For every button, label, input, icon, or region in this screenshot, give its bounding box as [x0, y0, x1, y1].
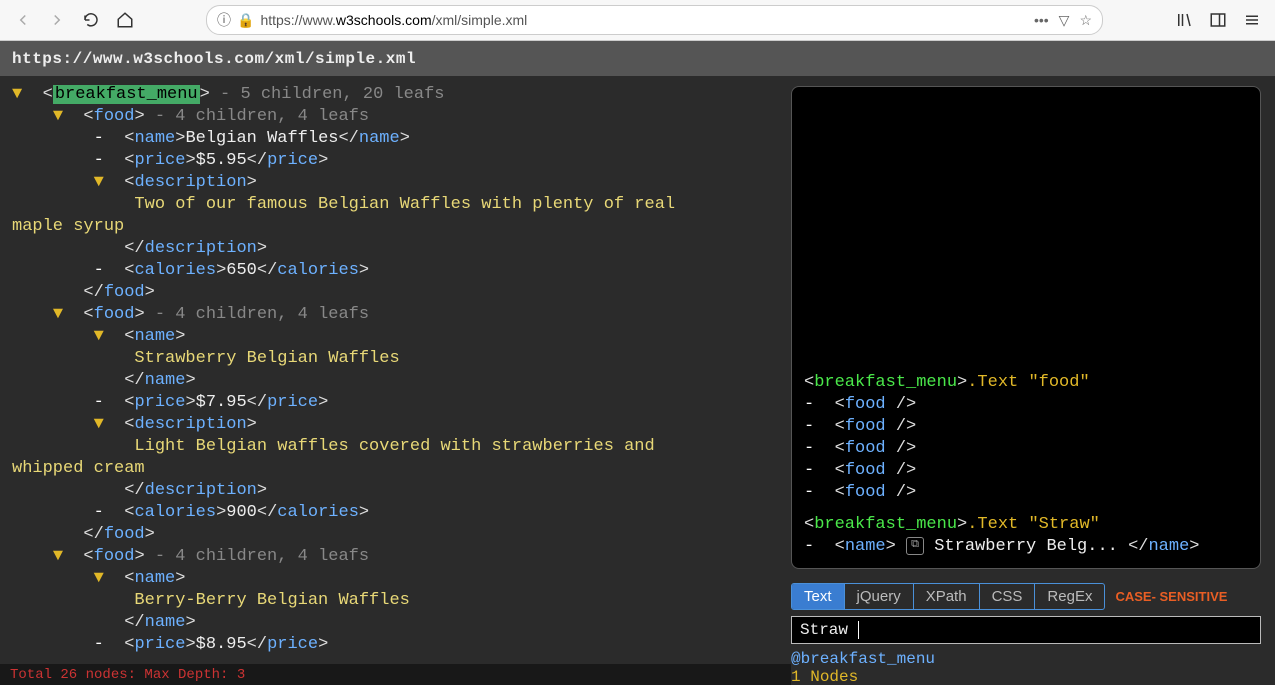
toggle-icon[interactable]: ▼ [53, 305, 63, 324]
info-icon: ⓘ [217, 10, 231, 30]
pocket-icon[interactable]: ▽ [1059, 12, 1070, 29]
toggle-icon[interactable]: ▼ [53, 107, 63, 126]
query-input[interactable]: Straw [791, 616, 1261, 644]
library-icon[interactable] [1171, 7, 1197, 33]
url-domain: w3schools.com [336, 12, 432, 28]
toggle-icon[interactable]: ▼ [94, 569, 104, 588]
sidebar-icon[interactable] [1205, 7, 1231, 33]
toggle-icon[interactable]: ▼ [94, 173, 104, 192]
tab-jquery[interactable]: jQuery [845, 584, 914, 609]
xml-tree: ▼ <breakfast_menu> - 5 children, 20 leaf… [0, 76, 791, 685]
home-icon[interactable] [112, 7, 138, 33]
node-icon: ⧉ [906, 537, 924, 555]
menu-icon[interactable] [1239, 7, 1265, 33]
url-prefix: https://www. [260, 12, 335, 28]
url-path: /xml/simple.xml [432, 12, 528, 28]
toggle-icon[interactable]: ▼ [53, 547, 63, 566]
inspector-pane: <breakfast_menu>.Text "food" - <food /> … [791, 76, 1275, 685]
status-bar: Total 26 nodes: Max Depth: 3 [0, 664, 791, 685]
tab-css[interactable]: CSS [980, 584, 1036, 609]
browser-toolbar: ⓘ 🔒 https://www.w3schools.com/xml/simple… [0, 0, 1275, 41]
toggle-icon[interactable]: ▼ [94, 415, 104, 434]
toggle-icon[interactable]: ▼ [94, 327, 104, 346]
result-summary: @breakfast_menu 1 Nodes [791, 650, 1261, 685]
more-icon[interactable]: ••• [1034, 12, 1049, 29]
case-sensitive-toggle[interactable]: CASE- SENSITIVE [1115, 590, 1227, 603]
tab-text[interactable]: Text [792, 584, 845, 609]
star-icon[interactable]: ☆ [1079, 12, 1092, 29]
forward-icon[interactable] [44, 7, 70, 33]
url-bar[interactable]: ⓘ 🔒 https://www.w3schools.com/xml/simple… [206, 5, 1103, 35]
back-icon[interactable] [10, 7, 36, 33]
query-type-tabs: Text jQuery XPath CSS RegEx [791, 583, 1105, 610]
page-title: https://www.w3schools.com/xml/simple.xml [0, 41, 1275, 76]
lock-icon: 🔒 [237, 12, 254, 29]
tab-regex[interactable]: RegEx [1035, 584, 1104, 609]
toggle-icon[interactable]: ▼ [12, 85, 22, 104]
reload-icon[interactable] [78, 7, 104, 33]
tab-xpath[interactable]: XPath [914, 584, 980, 609]
